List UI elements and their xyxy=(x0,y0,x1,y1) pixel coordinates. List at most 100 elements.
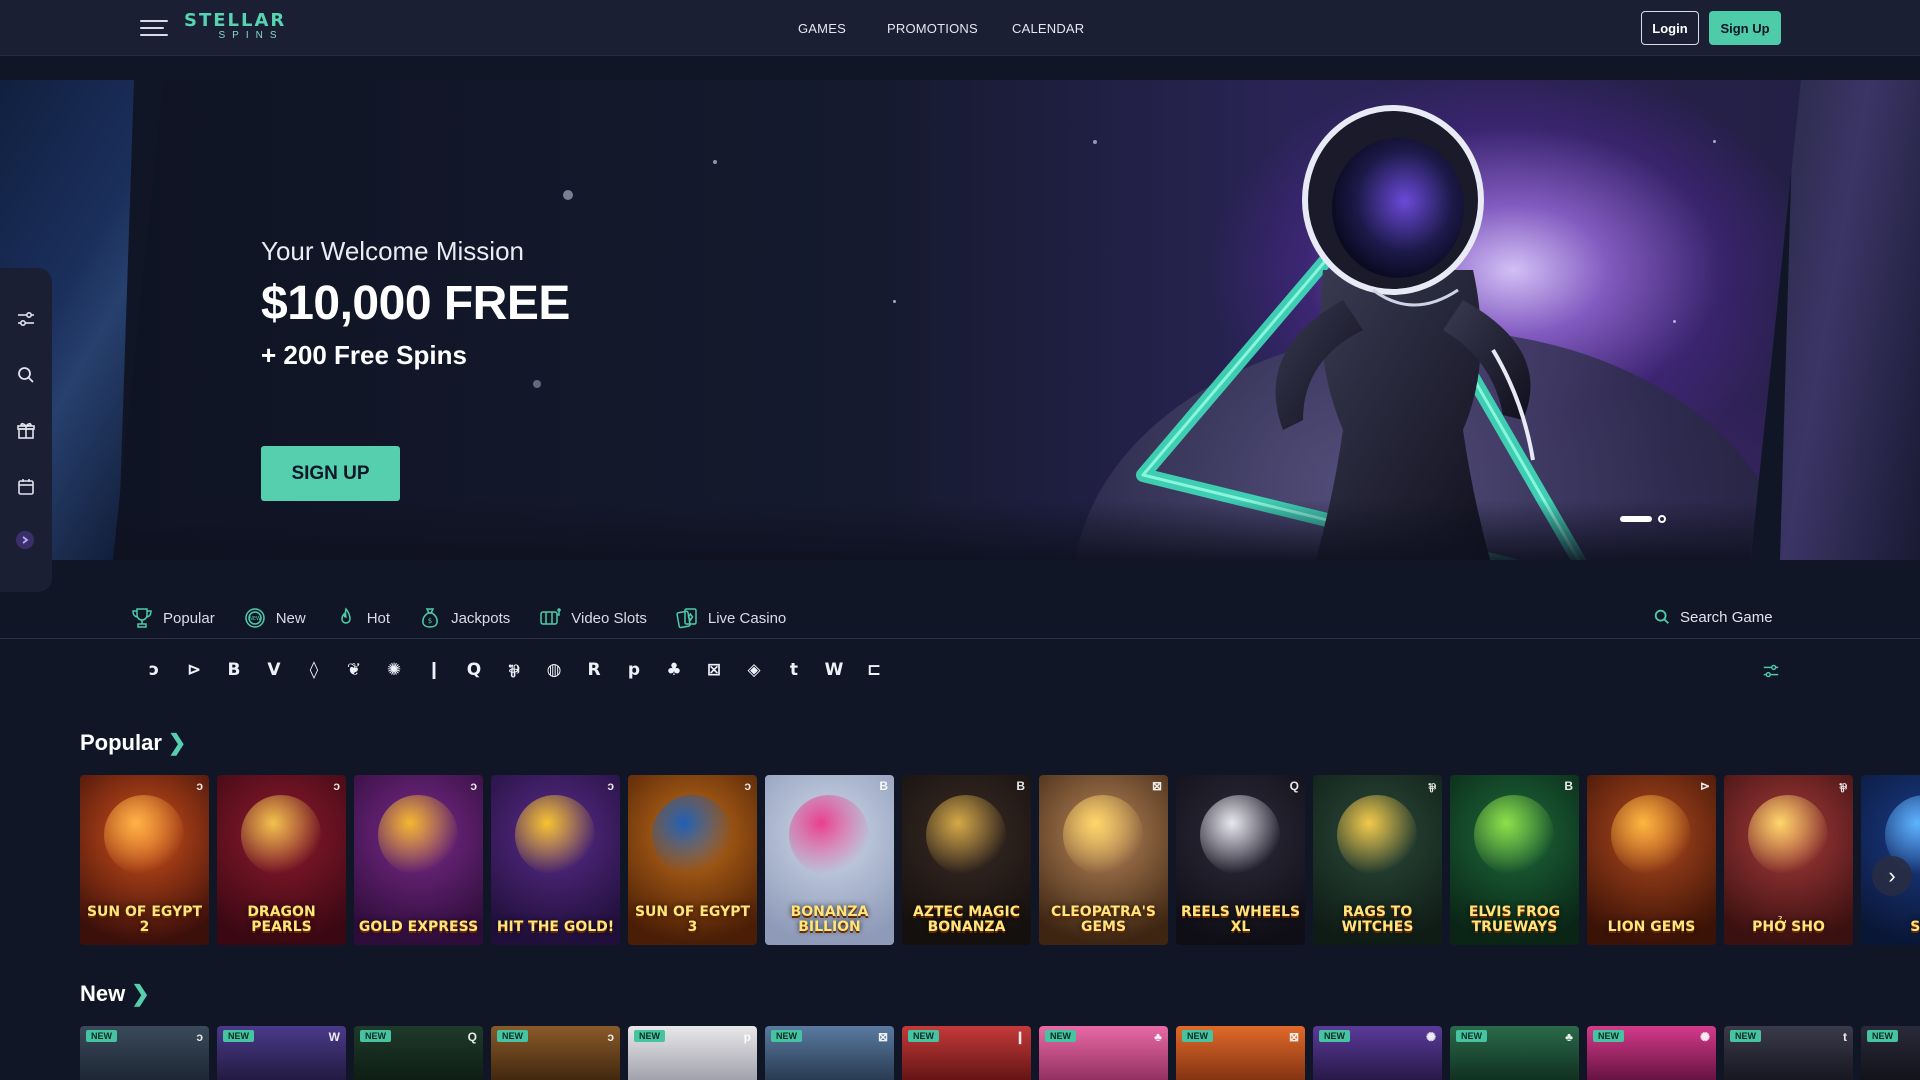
carousel-dot-active[interactable] xyxy=(1620,516,1652,522)
provider-badge: ↄ xyxy=(196,1030,203,1044)
provider-logo[interactable]: ◍ xyxy=(534,658,574,682)
carousel-dot[interactable] xyxy=(1658,515,1666,523)
provider-logo[interactable]: Q xyxy=(454,658,494,682)
game-card[interactable]: NEW Q xyxy=(354,1026,483,1080)
new-badge: NEW xyxy=(1867,1030,1898,1042)
provider-logo[interactable]: ⊳ xyxy=(174,658,214,682)
provider-logo[interactable]: ♣ xyxy=(654,658,694,682)
login-button[interactable]: Login xyxy=(1641,11,1699,45)
provider-logo[interactable]: ✺ xyxy=(374,658,414,682)
game-card[interactable]: NEW ↄ xyxy=(491,1026,620,1080)
game-artwork xyxy=(378,795,458,875)
hero-signup-button[interactable]: SIGN UP xyxy=(261,446,400,501)
game-card[interactable]: ↄ DRAGON PEARLS xyxy=(217,775,346,945)
provider-badge: ↄ xyxy=(744,779,751,793)
gift-icon[interactable] xyxy=(14,419,38,443)
game-title: HIT THE GOLD! xyxy=(496,919,615,935)
category-tabs: Popular NEW New Hot $ Jackpots Video Slo… xyxy=(130,604,786,632)
tab-jackpots[interactable]: $ Jackpots xyxy=(418,606,510,630)
star xyxy=(563,190,573,200)
game-card[interactable]: ↄ GOLD EXPRESS xyxy=(354,775,483,945)
provider-logo[interactable]: B xyxy=(214,658,254,682)
nav-games[interactable]: GAMES xyxy=(798,0,846,56)
new-badge: NEW xyxy=(1045,1030,1076,1042)
provider-logo[interactable]: ⊠ xyxy=(694,658,734,682)
nav-games-link[interactable]: GAMES xyxy=(798,21,846,36)
game-card[interactable]: NEW ✺ xyxy=(1587,1026,1716,1080)
tab-hot[interactable]: Hot xyxy=(334,606,390,630)
new-badge: NEW xyxy=(1730,1030,1761,1042)
game-card[interactable]: NEW t xyxy=(1724,1026,1853,1080)
section-new-title[interactable]: New ❯ xyxy=(80,981,150,1007)
game-card[interactable]: B BONANZA BILLION xyxy=(765,775,894,945)
nav-calendar[interactable]: CALENDAR xyxy=(1012,0,1084,56)
game-card[interactable]: NEW p xyxy=(628,1026,757,1080)
new-badge: NEW xyxy=(1182,1030,1213,1042)
game-card[interactable]: ⊳ LION GEMS xyxy=(1587,775,1716,945)
nav-promotions[interactable]: PROMOTIONS xyxy=(887,0,978,56)
trophy-icon xyxy=(132,608,152,628)
tab-popular[interactable]: Popular xyxy=(130,606,215,630)
search-icon[interactable] xyxy=(14,363,38,387)
game-card[interactable]: Q REELS WHEELS XL xyxy=(1176,775,1305,945)
search-game-button[interactable]: Search Game xyxy=(1653,608,1773,626)
tab-new-label: New xyxy=(275,609,306,627)
game-card[interactable]: NEW ❙ xyxy=(902,1026,1031,1080)
game-title: STR xyxy=(1910,919,1920,935)
provider-logo[interactable]: W xyxy=(814,658,854,682)
provider-logo[interactable]: ◈ xyxy=(734,658,774,682)
provider-logo[interactable]: ⅌ xyxy=(494,658,534,682)
signup-button[interactable]: Sign Up xyxy=(1709,11,1781,45)
provider-logo[interactable]: p xyxy=(614,658,654,682)
game-card[interactable]: ↄ HIT THE GOLD! xyxy=(491,775,620,945)
game-card[interactable]: NEW ↄ xyxy=(80,1026,209,1080)
provider-badge: ✺ xyxy=(1425,1030,1436,1044)
hero-next-slide[interactable] xyxy=(1780,80,1920,560)
sliders-icon[interactable] xyxy=(14,307,38,331)
provider-badge: ⅌ xyxy=(1839,781,1847,795)
game-card[interactable]: NEW ⊠ xyxy=(765,1026,894,1080)
provider-logo[interactable]: ❙ xyxy=(414,658,454,682)
game-card[interactable]: ⅌ RAGS TO WITCHES xyxy=(1313,775,1442,945)
game-card[interactable]: NEW W xyxy=(217,1026,346,1080)
game-card[interactable]: ⊠ CLEOPATRA'S GEMS xyxy=(1039,775,1168,945)
game-card[interactable]: NEW xyxy=(1861,1026,1920,1080)
money-bag-icon: $ xyxy=(422,608,438,628)
game-card[interactable]: NEW ♣ xyxy=(1039,1026,1168,1080)
provider-logo[interactable]: ❦ xyxy=(334,658,374,682)
game-artwork xyxy=(241,795,321,875)
game-card[interactable]: ⅌ PHỞ SHO xyxy=(1724,775,1853,945)
nav-promotions-link[interactable]: PROMOTIONS xyxy=(887,21,978,36)
logo-sub: SPINS xyxy=(218,30,284,41)
section-popular-title[interactable]: Popular ❯ xyxy=(80,730,186,756)
game-artwork xyxy=(1200,795,1280,875)
tab-video-slots[interactable]: Video Slots xyxy=(538,606,647,630)
game-card[interactable]: NEW ♣ xyxy=(1450,1026,1579,1080)
game-card[interactable]: B ELVIS FROG TRUEWAYS xyxy=(1450,775,1579,945)
nav-calendar-link[interactable]: CALENDAR xyxy=(1012,21,1084,36)
tab-live-casino[interactable]: Live Casino xyxy=(675,606,786,630)
menu-icon[interactable] xyxy=(140,18,168,38)
game-card[interactable]: NEW ✺ xyxy=(1313,1026,1442,1080)
provider-logo[interactable]: t xyxy=(774,658,814,682)
provider-logo[interactable]: ⊏ xyxy=(854,658,894,682)
logo[interactable]: STELLAR SPINS xyxy=(184,12,308,42)
provider-badge: ↄ xyxy=(196,779,203,793)
game-title: SUN OF EGYPT 3 xyxy=(634,904,751,935)
filter-sliders-icon[interactable] xyxy=(1762,662,1782,682)
new-badge-icon: NEW xyxy=(244,608,265,628)
tab-new[interactable]: NEW New xyxy=(243,606,306,630)
provider-logo[interactable]: ◊ xyxy=(294,658,334,682)
calendar-icon[interactable] xyxy=(14,475,38,499)
game-card[interactable]: NEW ⊠ xyxy=(1176,1026,1305,1080)
game-card[interactable]: B AZTEC MAGIC BONANZA xyxy=(902,775,1031,945)
hero-offer: + 200 Free Spins xyxy=(261,340,467,370)
provider-logo[interactable]: ↄ xyxy=(134,658,174,682)
provider-logo[interactable]: V xyxy=(254,658,294,682)
tab-hot-label: Hot xyxy=(366,609,391,627)
game-card[interactable]: ↄ SUN OF EGYPT 2 xyxy=(80,775,209,945)
chevron-right-icon[interactable] xyxy=(16,531,34,549)
scroll-next-button[interactable]: › xyxy=(1872,856,1912,896)
game-card[interactable]: ↄ SUN OF EGYPT 3 xyxy=(628,775,757,945)
provider-logo[interactable]: R xyxy=(574,658,614,682)
